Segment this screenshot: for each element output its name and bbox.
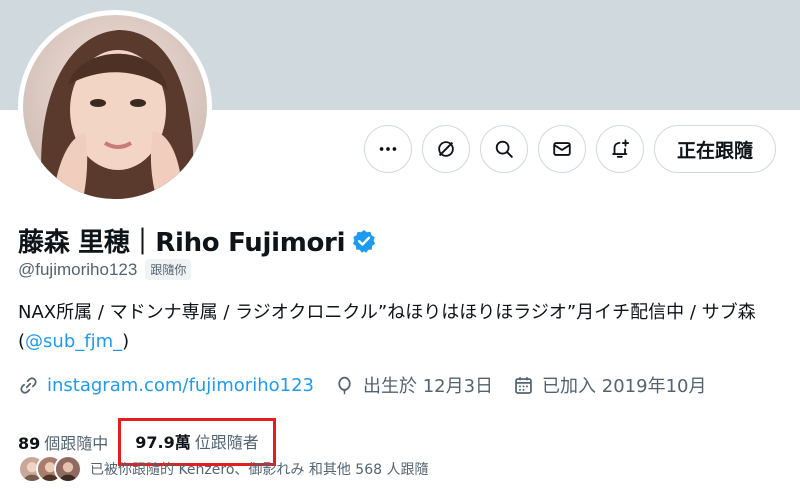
profile-avatar[interactable] [18,10,212,204]
user-handle: @fujimoriho123 [18,259,138,279]
message-button[interactable] [537,125,586,173]
balloon-icon [338,376,351,394]
avatar-photo [23,15,207,199]
calendar-icon [515,376,532,394]
known-followers-avatars [18,455,82,483]
following-label: 個跟隨中 [44,434,109,453]
envelope-icon [553,142,571,156]
link-icon [20,376,37,394]
birthday-item: 出生於 12月3日 [334,372,493,398]
handle-row: @fujimoriho123 跟隨你 [18,259,192,280]
search-icon [495,140,513,158]
profile-meta: instagram.com/fujimoriho123 出生於 12月3日 已加… [18,372,706,398]
website-link[interactable]: instagram.com/fujimoriho123 [47,375,314,396]
more-horizontal-icon [379,147,397,151]
grok-icon [438,141,454,157]
name-row: 藤森 里穂｜Riho Fujimori [18,222,377,259]
profile-actions: 正在跟隨 [363,125,776,173]
avatar [54,455,82,483]
verified-badge-icon[interactable] [351,228,377,254]
following-count: 89 [18,434,41,453]
known-followers[interactable]: 已被你跟隨的 Kenzero、御影れみ 和其他 568 人跟隨 [18,455,428,483]
bio-suffix: ) [122,331,130,352]
known-followers-text: 已被你跟隨的 Kenzero、御影れみ 和其他 568 人跟隨 [90,462,429,478]
bio-mention-link[interactable]: @sub_fjm_ [25,331,122,352]
more-button[interactable] [363,125,412,173]
grok-button[interactable] [421,125,470,173]
joined-text: 已加入 2019年10月 [542,376,707,397]
website-item: instagram.com/fujimoriho123 [18,375,314,396]
profile-bio: NAX所属 / マドンナ専属 / ラジオクロニクル”ねほりはほりほラジオ”月イチ… [18,298,788,356]
search-profile-button[interactable] [479,125,528,173]
bell-plus-icon [612,139,630,158]
joined-item: 已加入 2019年10月 [513,372,706,398]
display-name: 藤森 里穂｜Riho Fujimori [18,228,346,258]
followers-label: 位跟隨者 [194,433,259,452]
birthday-text: 出生於 12月3日 [362,376,494,397]
following-count-link[interactable]: 89 個跟隨中 [18,430,108,454]
followers-count: 97.9萬 [135,433,191,452]
following-button[interactable]: 正在跟隨 [653,125,776,173]
follows-you-badge: 跟隨你 [145,259,192,280]
notifications-button[interactable] [595,125,644,173]
